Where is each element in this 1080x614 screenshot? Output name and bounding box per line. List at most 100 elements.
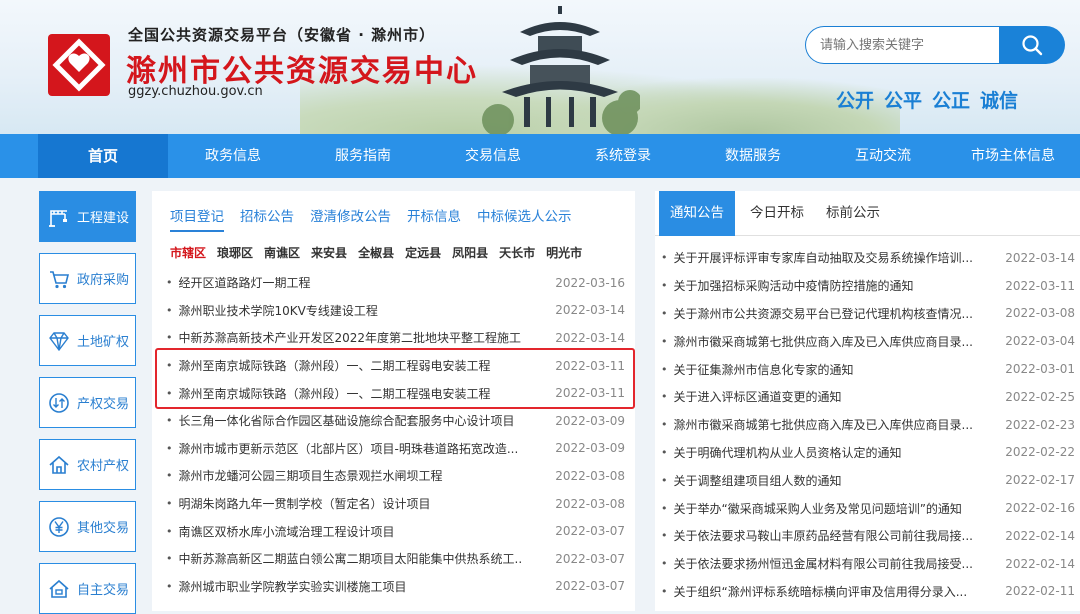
list-item[interactable]: • 经开区道路路灯一期工程 2022-03-16	[166, 269, 626, 297]
tab-notices[interactable]: 通知公告	[659, 190, 735, 236]
item-date: 2022-03-11	[555, 358, 625, 373]
main-nav: 首页 政务信息 服务指南 交易信息 系统登录 数据服务 互动交流 市场主体信息	[0, 134, 1080, 178]
nav-market-entity[interactable]: 市场主体信息	[948, 134, 1078, 178]
district-item[interactable]: 全椒县	[358, 244, 394, 261]
nav-data-service[interactable]: 数据服务	[688, 134, 818, 178]
list-item[interactable]: • 关于开展评标评审专家库自动抽取及交易系统操作培训... 2022-03-14	[661, 244, 1075, 272]
district-item[interactable]: 定远县	[405, 244, 441, 261]
sidebar-item-self-trade[interactable]: 自主交易	[39, 563, 136, 614]
district-item[interactable]: 琅琊区	[217, 244, 253, 261]
tab-tender-notice[interactable]: 招标公告	[240, 205, 294, 232]
district-filter: 市辖区 琅琊区 南谯区 来安县 全椒县 定远县 凤阳县 天长市 明光市	[170, 244, 582, 261]
list-item[interactable]: • 关于依法要求马鞍山丰原药品经营有限公司前往我局接... 2022-02-14	[661, 522, 1075, 550]
sidebar-item-government-procurement[interactable]: 政府采购	[39, 253, 136, 304]
item-title: 关于明确代理机构从业人员资格认定的通知	[673, 445, 902, 460]
item-date: 2022-02-25	[1005, 389, 1075, 404]
tab-pre-bid-publicity[interactable]: 标前公示	[815, 191, 891, 236]
district-item[interactable]: 来安县	[311, 244, 347, 261]
item-date: 2022-03-08	[555, 496, 625, 511]
bullet-icon: •	[661, 584, 668, 598]
list-item[interactable]: • 滁州职业技术学院10KV专线建设工程 2022-03-14	[166, 297, 626, 325]
bullet-icon: •	[661, 279, 668, 293]
item-date: 2022-03-07	[555, 579, 625, 594]
district-item[interactable]: 南谯区	[264, 244, 300, 261]
sidebar-item-label: 政府采购	[77, 273, 130, 288]
bullet-icon: •	[166, 303, 173, 317]
diamond-icon	[49, 331, 69, 351]
item-title: 滁州市徽采商城第七批供应商入库及已入库供应商目录...	[673, 418, 973, 433]
sidebar-item-land-mining[interactable]: 土地矿权	[39, 315, 136, 366]
item-title: 经开区道路路灯一期工程	[178, 276, 311, 291]
nav-trade-info[interactable]: 交易信息	[428, 134, 558, 178]
search-input[interactable]	[805, 26, 1000, 64]
item-title: 关于进入评标区通道变更的通知	[673, 390, 842, 405]
item-date: 2022-03-14	[1005, 250, 1075, 265]
bullet-icon: •	[661, 501, 668, 515]
item-date: 2022-03-01	[1005, 362, 1075, 377]
item-date: 2022-02-22	[1005, 445, 1075, 460]
list-item[interactable]: • 明湖朱岗路九年一贯制学校（暂定名）设计项目 2022-03-08	[166, 490, 626, 518]
bullet-icon: •	[661, 529, 668, 543]
nav-government-info[interactable]: 政务信息	[168, 134, 298, 178]
site-logo	[48, 34, 110, 96]
list-item[interactable]: • 关于滁州市公共资源交易平台已登记代理机构核查情况... 2022-03-08	[661, 300, 1075, 328]
item-title: 南谯区双桥水库小流域治理工程设计项目	[178, 524, 395, 539]
district-item[interactable]: 市辖区	[170, 244, 206, 261]
item-title: 滁州市龙蟠河公园三期项目生态景观拦水闸坝工程	[178, 469, 443, 484]
list-item[interactable]: • 长三角一体化省际合作园区基础设施综合配套服务中心设计项目 2022-03-09	[166, 407, 626, 435]
list-item[interactable]: • 滁州市城市更新示范区（北部片区）项目-明珠巷道路拓宽改造... 2022-03-…	[166, 435, 626, 463]
tab-project-registration[interactable]: 项目登记	[170, 205, 224, 232]
list-item[interactable]: • 关于举办“徽采商城采购人业务及常见问题培训”的通知 2022-02-16	[661, 494, 1075, 522]
item-date: 2022-03-11	[1005, 278, 1075, 293]
district-item[interactable]: 天长市	[499, 244, 535, 261]
item-date: 2022-02-14	[1005, 556, 1075, 571]
nav-home[interactable]: 首页	[38, 134, 168, 178]
nav-system-login[interactable]: 系统登录	[558, 134, 688, 178]
list-item[interactable]: • 关于依法要求扬州恒迅金属材料有限公司前往我局接受... 2022-02-14	[661, 550, 1075, 578]
item-title: 关于开展评标评审专家库自动抽取及交易系统操作培训...	[673, 251, 973, 266]
list-item[interactable]: • 中新苏滁高新技术产业开发区2022年度第二批地块平整工程施工 2022-03-1…	[166, 324, 626, 352]
motto-word: 公开	[836, 90, 875, 112]
bullet-icon: •	[661, 251, 668, 265]
pavilion-illustration	[482, 6, 640, 134]
bullet-icon: •	[166, 386, 173, 400]
list-item[interactable]: • 滁州至南京城际铁路（滁州段）一、二期工程弱电安装工程 2022-03-11	[166, 352, 626, 380]
list-item[interactable]: • 滁州市徽采商城第七批供应商入库及已入库供应商目录... 2022-03-04	[661, 327, 1075, 355]
district-item[interactable]: 凤阳县	[452, 244, 488, 261]
item-date: 2022-02-11	[1005, 584, 1075, 599]
list-item[interactable]: • 滁州城市职业学院教学实验实训楼施工项目 2022-03-07	[166, 573, 626, 601]
list-item[interactable]: • 关于加强招标采购活动中疫情防控措施的通知 2022-03-11	[661, 272, 1075, 300]
search-button[interactable]	[999, 26, 1065, 64]
tab-bid-opening[interactable]: 开标信息	[407, 205, 461, 232]
item-title: 滁州至南京城际铁路（滁州段）一、二期工程弱电安装工程	[178, 359, 491, 374]
item-date: 2022-03-08	[1005, 306, 1075, 321]
tab-candidate-publicity[interactable]: 中标候选人公示	[477, 205, 572, 232]
nav-service-guide[interactable]: 服务指南	[298, 134, 428, 178]
notice-list: • 关于开展评标评审专家库自动抽取及交易系统操作培训... 2022-03-14 •…	[661, 244, 1075, 605]
tab-today-bid-opening[interactable]: 今日开标	[739, 191, 815, 236]
item-title: 滁州市徽采商城第七批供应商入库及已入库供应商目录...	[673, 334, 973, 349]
list-item[interactable]: • 关于明确代理机构从业人员资格认定的通知 2022-02-22	[661, 439, 1075, 467]
yen-icon	[49, 516, 69, 537]
nav-interaction[interactable]: 互动交流	[818, 134, 948, 178]
site-url: ggzy.chuzhou.gov.cn	[128, 84, 263, 99]
item-date: 2022-03-08	[555, 468, 625, 483]
bullet-icon: •	[661, 334, 668, 348]
sidebar-item-property-trade[interactable]: 产权交易	[39, 377, 136, 428]
bullet-icon: •	[661, 418, 668, 432]
district-item[interactable]: 明光市	[546, 244, 582, 261]
sidebar-item-rural-property[interactable]: 农村产权	[39, 439, 136, 490]
list-item[interactable]: • 滁州市龙蟠河公园三期项目生态景观拦水闸坝工程 2022-03-08	[166, 462, 626, 490]
list-item[interactable]: • 关于调整组建项目组人数的通知 2022-02-17	[661, 466, 1075, 494]
list-item[interactable]: • 滁州市徽采商城第七批供应商入库及已入库供应商目录... 2022-02-23	[661, 411, 1075, 439]
sidebar-item-other-trade[interactable]: 其他交易	[39, 501, 136, 552]
list-item[interactable]: • 滁州至南京城际铁路（滁州段）一、二期工程强电安装工程 2022-03-11	[166, 379, 626, 407]
list-item[interactable]: • 中新苏滁高新区二期蓝白领公寓二期项目太阳能集中供热系统工... 2022-03-…	[166, 545, 626, 573]
list-item[interactable]: • 南谯区双桥水库小流域治理工程设计项目 2022-03-07	[166, 517, 626, 545]
list-item[interactable]: • 关于征集滁州市信息化专家的通知 2022-03-01	[661, 355, 1075, 383]
list-item[interactable]: • 关于进入评标区通道变更的通知 2022-02-25	[661, 383, 1075, 411]
sidebar-item-engineering[interactable]: 工程建设	[39, 191, 136, 242]
tab-clarification-notice[interactable]: 澄清修改公告	[310, 205, 391, 232]
list-item[interactable]: • 关于组织“滁州评标系统暗标横向评审及信用得分录入... 2022-02-11	[661, 578, 1075, 606]
bullet-icon: •	[166, 579, 173, 593]
